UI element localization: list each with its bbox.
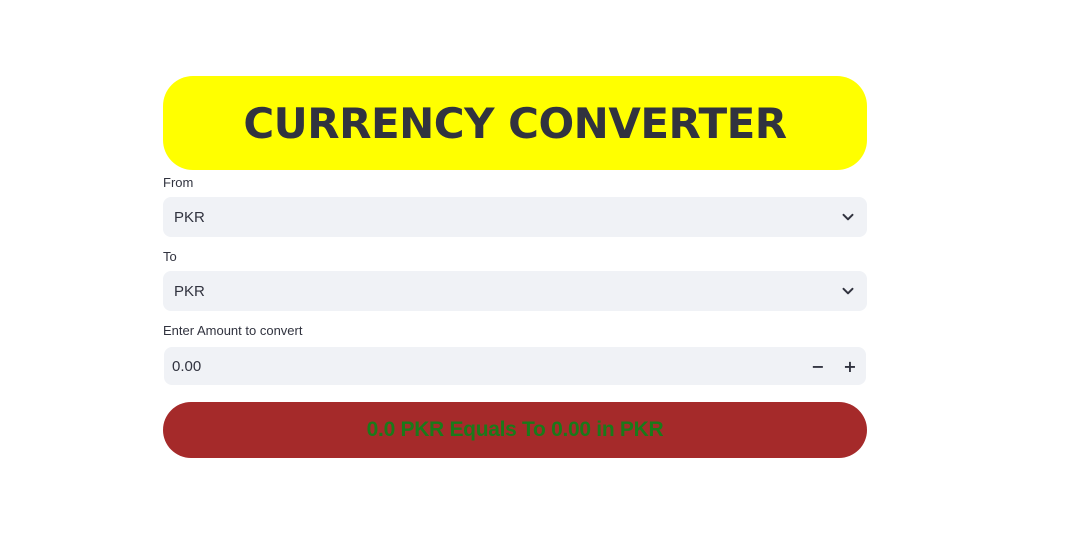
to-label: To <box>163 249 177 264</box>
page-title: CURRENCY CONVERTER <box>243 98 787 148</box>
from-currency-value: PKR <box>174 208 205 226</box>
amount-label: Enter Amount to convert <box>163 323 303 338</box>
from-currency-select[interactable]: PKR <box>163 197 867 237</box>
title-banner: CURRENCY CONVERTER <box>163 76 867 170</box>
result-banner: 0.0 PKR Equals To 0.00 in PKR <box>163 402 867 458</box>
chevron-down-icon <box>841 284 855 298</box>
from-field-group: From PKR <box>163 175 867 237</box>
to-currency-value: PKR <box>174 282 205 300</box>
converter-container: CURRENCY CONVERTER From PKR To PKR Enter… <box>163 76 867 458</box>
result-text: 0.0 PKR Equals To 0.00 in PKR <box>366 418 664 441</box>
increment-button[interactable]: + <box>834 347 866 385</box>
amount-field-group: Enter Amount to convert − + <box>163 323 867 385</box>
decrement-button[interactable]: − <box>802 347 834 385</box>
amount-number-input: − + <box>164 347 866 385</box>
to-field-group: To PKR <box>163 249 867 311</box>
amount-input[interactable] <box>172 357 802 375</box>
to-currency-select[interactable]: PKR <box>163 271 867 311</box>
app-root: CURRENCY CONVERTER From PKR To PKR Enter… <box>0 0 1089 557</box>
from-label: From <box>163 175 194 190</box>
chevron-down-icon <box>841 210 855 224</box>
